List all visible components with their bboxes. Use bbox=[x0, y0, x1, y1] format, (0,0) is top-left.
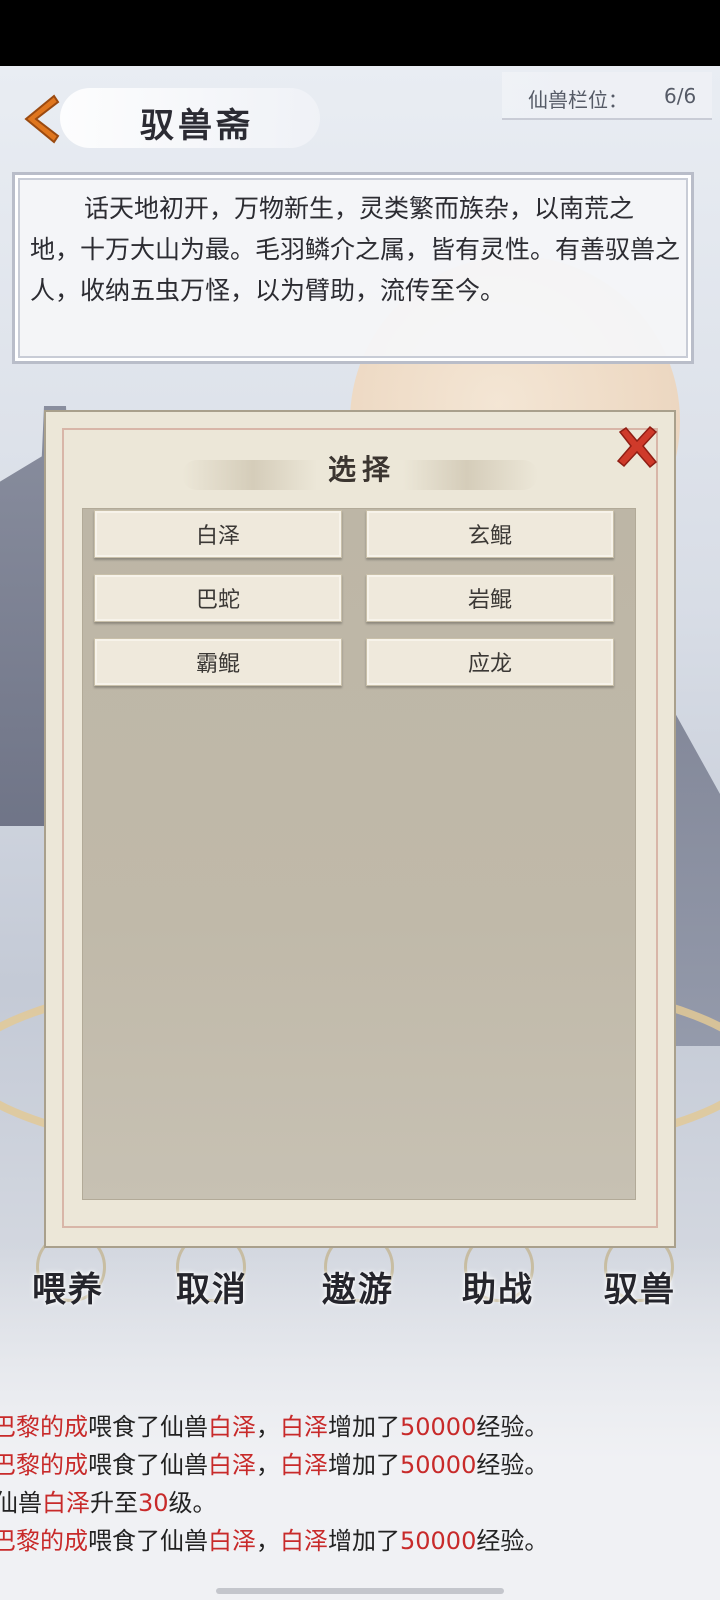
back-arrow-icon bbox=[24, 94, 60, 144]
beast-option-yankun[interactable]: 岩鲲 bbox=[366, 574, 614, 622]
beast-option-bakun[interactable]: 霸鲲 bbox=[94, 638, 342, 686]
log-text: 增加了 bbox=[328, 1451, 400, 1479]
status-bar bbox=[0, 0, 720, 66]
beast-option-yinglong[interactable]: 应龙 bbox=[366, 638, 614, 686]
tame-button[interactable]: 驭兽 bbox=[604, 1262, 676, 1311]
feed-button[interactable]: 喂养 bbox=[32, 1262, 104, 1311]
log-highlight: 50000 bbox=[400, 1451, 477, 1479]
log-line: 巴黎的成喂食了仙兽白泽，白泽增加了50000经验。 bbox=[0, 1522, 720, 1560]
log-line: 仙兽白泽升至30级。 bbox=[0, 1484, 720, 1522]
log-text: ， bbox=[256, 1527, 280, 1555]
log-text: 增加了 bbox=[328, 1527, 400, 1555]
home-indicator[interactable] bbox=[216, 1588, 504, 1594]
log-highlight: 巴黎的成 bbox=[0, 1451, 88, 1479]
roam-button[interactable]: 遨游 bbox=[322, 1262, 394, 1311]
log-text: 喂食了仙兽 bbox=[88, 1451, 208, 1479]
beast-option-baize[interactable]: 白泽 bbox=[94, 510, 342, 558]
cancel-button[interactable]: 取消 bbox=[176, 1262, 248, 1311]
log-highlight: 50000 bbox=[400, 1527, 477, 1555]
page-title: 驭兽斋 bbox=[140, 106, 254, 146]
slot-value: 6/6 bbox=[664, 84, 697, 108]
log-text: ， bbox=[256, 1451, 280, 1479]
log-highlight: 白泽 bbox=[280, 1413, 328, 1441]
beast-option-xuankun[interactable]: 玄鲲 bbox=[366, 510, 614, 558]
beast-option-bashe[interactable]: 巴蛇 bbox=[94, 574, 342, 622]
event-log: 巴黎的成喂食了仙兽白泽，白泽增加了50000经验。 巴黎的成喂食了仙兽白泽，白泽增… bbox=[0, 1408, 720, 1560]
log-text: ， bbox=[256, 1413, 280, 1441]
slot-label: 仙兽栏位： bbox=[528, 88, 628, 112]
log-highlight: 白泽 bbox=[208, 1451, 256, 1479]
log-highlight: 白泽 bbox=[208, 1413, 256, 1441]
close-icon bbox=[616, 425, 658, 469]
log-text: 喂食了仙兽 bbox=[88, 1527, 208, 1555]
dialog-title: 选择 bbox=[327, 453, 396, 486]
log-text: 经验。 bbox=[476, 1451, 549, 1479]
log-text: 级。 bbox=[168, 1489, 217, 1517]
log-line: 巴黎的成喂食了仙兽白泽，白泽增加了50000经验。 bbox=[0, 1408, 720, 1446]
log-highlight: 50000 bbox=[400, 1413, 477, 1441]
log-text: 经验。 bbox=[476, 1413, 549, 1441]
log-highlight: 巴黎的成 bbox=[0, 1413, 88, 1441]
log-highlight: 白泽 bbox=[280, 1527, 328, 1555]
log-highlight: 白泽 bbox=[208, 1527, 256, 1555]
description-text: 话天地初开，万物新生，灵类繁而族杂，以南荒之地，十万大山为最。毛羽鳞介之属，皆有… bbox=[30, 194, 681, 305]
close-button[interactable] bbox=[614, 424, 660, 470]
log-highlight: 白泽 bbox=[42, 1489, 90, 1517]
log-line: 巴黎的成喂食了仙兽白泽，白泽增加了50000经验。 bbox=[0, 1446, 720, 1484]
assist-button[interactable]: 助战 bbox=[462, 1262, 534, 1311]
log-text: 增加了 bbox=[328, 1413, 400, 1441]
log-text: 仙兽 bbox=[0, 1489, 42, 1517]
log-highlight: 30 bbox=[138, 1489, 169, 1517]
log-highlight: 白泽 bbox=[280, 1451, 328, 1479]
back-button[interactable] bbox=[18, 92, 66, 146]
log-text: 经验。 bbox=[476, 1527, 549, 1555]
log-text: 喂食了仙兽 bbox=[88, 1413, 208, 1441]
log-highlight: 巴黎的成 bbox=[0, 1527, 88, 1555]
log-text: 升至 bbox=[90, 1489, 138, 1517]
